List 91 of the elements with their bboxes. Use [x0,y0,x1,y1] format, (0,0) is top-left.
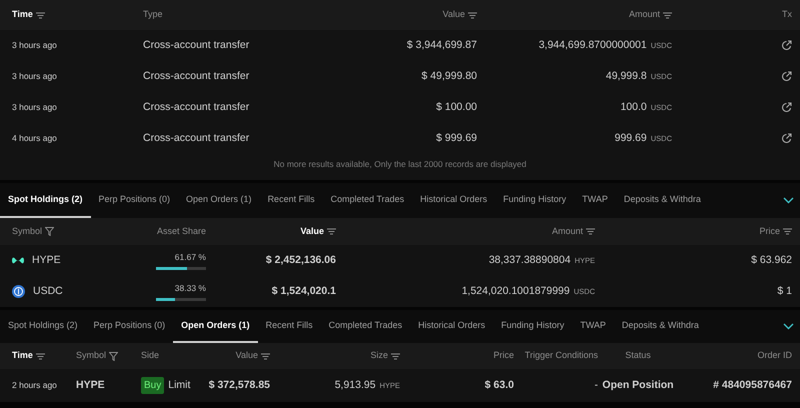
external-link-icon[interactable] [781,133,792,144]
column-header[interactable]: Order ID [757,349,792,363]
tab[interactable]: Deposits & Withdra [616,183,709,218]
share-text: 61.67 % [174,251,206,264]
amount-text: 5,913.95 [334,378,376,393]
tab[interactable]: Historical Orders [410,310,494,343]
token-icon [12,285,25,298]
tab[interactable]: Funding History [493,310,572,343]
price-text: $ 63.962 [751,252,792,268]
column-header[interactable]: Symbol [76,349,106,363]
sort-icon[interactable] [36,12,45,18]
column-header[interactable]: Asset Share [156,224,206,238]
order-type-text: Limit [168,378,190,393]
value-text: $ 3,944,699.87 [406,38,477,53]
value-text: $ 1,524,020.1 [272,284,336,299]
column-header[interactable]: Price [759,224,780,238]
tab[interactable]: TWAP [572,310,614,343]
column-header[interactable]: Size [370,349,388,363]
value-text: $ 372,578.85 [208,378,270,393]
tab[interactable]: Completed Trades [320,310,410,343]
amount-text: 1,524,020.1001879999 [462,284,570,299]
sort-icon[interactable] [586,228,595,235]
price-text: $ 1 [777,284,792,299]
external-link-icon[interactable] [781,40,792,51]
type-text: Cross-account transfer [143,130,250,146]
type-text: Cross-account transfer [143,38,250,53]
tab[interactable]: Deposits & Withdra [614,310,707,343]
column-header[interactable]: Price [493,349,514,363]
tab[interactable]: Perp Positions (0) [90,183,178,218]
status-text: Open Position [602,378,674,393]
column-header[interactable]: Time [12,349,33,363]
share-text: 38.33 % [174,282,206,295]
tab[interactable]: Perp Positions (0) [86,310,174,343]
column-header[interactable]: Time [12,8,33,22]
value-text: $ 49,999.80 [422,68,477,84]
external-link-icon[interactable] [781,71,792,82]
tab[interactable]: Spot Holdings (2) [0,310,86,343]
token-icon [12,256,24,265]
sort-icon[interactable] [327,228,336,235]
time-text: 3 hours ago [12,101,57,114]
chevron-down-icon[interactable] [783,323,794,330]
column-header[interactable]: Tx [782,8,792,22]
symbol-text: HYPE [76,378,105,393]
tab[interactable]: Completed Trades [322,183,412,218]
sort-icon[interactable] [663,12,672,18]
price-text: $ 63.0 [484,378,514,393]
column-header[interactable]: Amount [628,8,660,22]
column-header[interactable]: Trigger Conditions [524,349,598,363]
trigger-text: - [594,378,598,393]
column-header[interactable]: Status [625,349,651,363]
time-text: 2 hours ago [12,379,57,392]
amount-text: 3,944,699.8700000001 [538,38,647,53]
filter-icon[interactable] [45,227,54,236]
tab[interactable]: TWAP [574,183,616,218]
time-text: 3 hours ago [12,70,57,83]
amount-text: 49,999.8 [606,68,647,84]
amount-text: 38,337.38890804 [488,252,571,268]
column-header[interactable]: Side [141,349,160,363]
symbol-text: HYPE [32,252,61,268]
sort-icon[interactable] [261,352,270,360]
column-header[interactable]: Value [442,8,465,22]
column-header[interactable]: Value [300,224,324,238]
sort-icon[interactable] [783,228,792,235]
sort-icon[interactable] [36,352,45,360]
type-text: Cross-account transfer [143,68,250,84]
symbol-text: USDC [33,284,63,299]
value-text: $ 2,452,136.06 [266,252,336,268]
amount-text: 999.69 [614,130,647,146]
time-text: 4 hours ago [12,132,57,145]
side-badge: Buy [141,377,164,394]
value-text: $ 100.00 [436,100,477,115]
column-header[interactable]: Amount [552,224,583,238]
order-id-text: # 484095876467 [713,378,792,393]
value-text: $ 999.69 [436,130,477,146]
tab[interactable]: Open Orders (1) [178,183,260,218]
footer-note: No more results available, Only the last 2000 records are displayed [272,158,528,171]
external-link-icon[interactable] [781,102,792,113]
tab[interactable]: Recent Fills [258,310,321,343]
column-header[interactable]: Symbol [12,224,42,238]
filter-icon[interactable] [109,352,118,360]
sort-icon[interactable] [391,352,400,360]
column-header[interactable]: Value [236,349,258,363]
tab[interactable]: Historical Orders [412,183,496,218]
tab[interactable]: Funding History [495,183,574,218]
time-text: 3 hours ago [12,39,57,52]
chevron-down-icon[interactable] [783,197,794,204]
column-header[interactable]: Type [143,8,163,22]
type-text: Cross-account transfer [143,100,250,115]
amount-text: 100.0 [620,100,647,115]
sort-icon[interactable] [468,12,477,18]
tab[interactable]: Recent Fills [260,183,323,218]
